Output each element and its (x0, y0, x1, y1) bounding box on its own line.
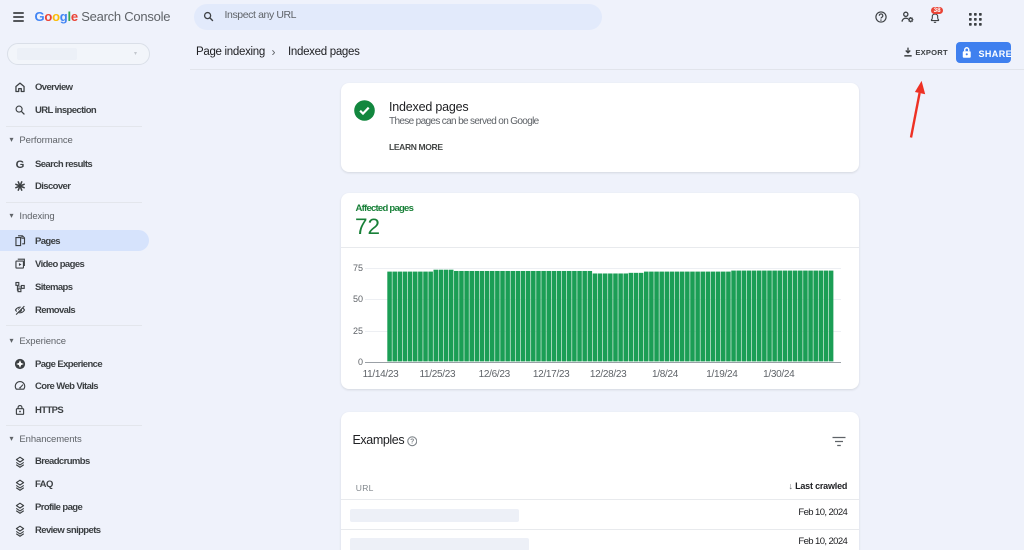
svg-text:?: ? (410, 439, 414, 446)
